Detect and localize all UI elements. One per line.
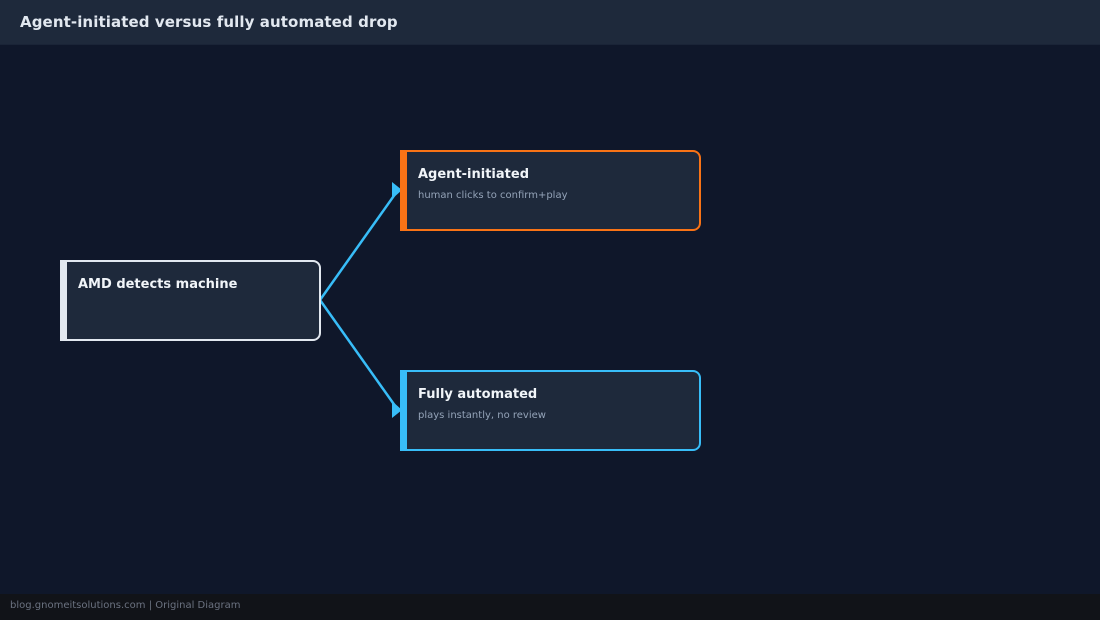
diagram-frame: Agent-initiated versus fully automated d… [0,0,1100,620]
edge-to-agent [318,182,402,302]
edge-line-to-auto [318,298,400,412]
node-title: Agent-initiated [418,167,529,182]
node-amd-detects-machine: AMD detects machine [60,260,321,341]
footer-bar: blog.gnomeitsolutions.com | Original Dia… [0,594,1100,620]
edge-to-auto [318,298,402,418]
node-title: Fully automated [418,387,538,402]
node-agent-initiated: Agent-initiated human clicks to confirm+… [400,150,701,231]
node-subtitle: plays instantly, no review [418,410,546,421]
footer-credit: blog.gnomeitsolutions.com | Original Dia… [10,600,241,611]
edge-line-to-agent [318,188,400,302]
node-subtitle: human clicks to confirm+play [418,190,568,201]
node-fully-automated: Fully automated plays instantly, no revi… [400,370,701,451]
node-title: AMD detects machine [78,277,238,292]
